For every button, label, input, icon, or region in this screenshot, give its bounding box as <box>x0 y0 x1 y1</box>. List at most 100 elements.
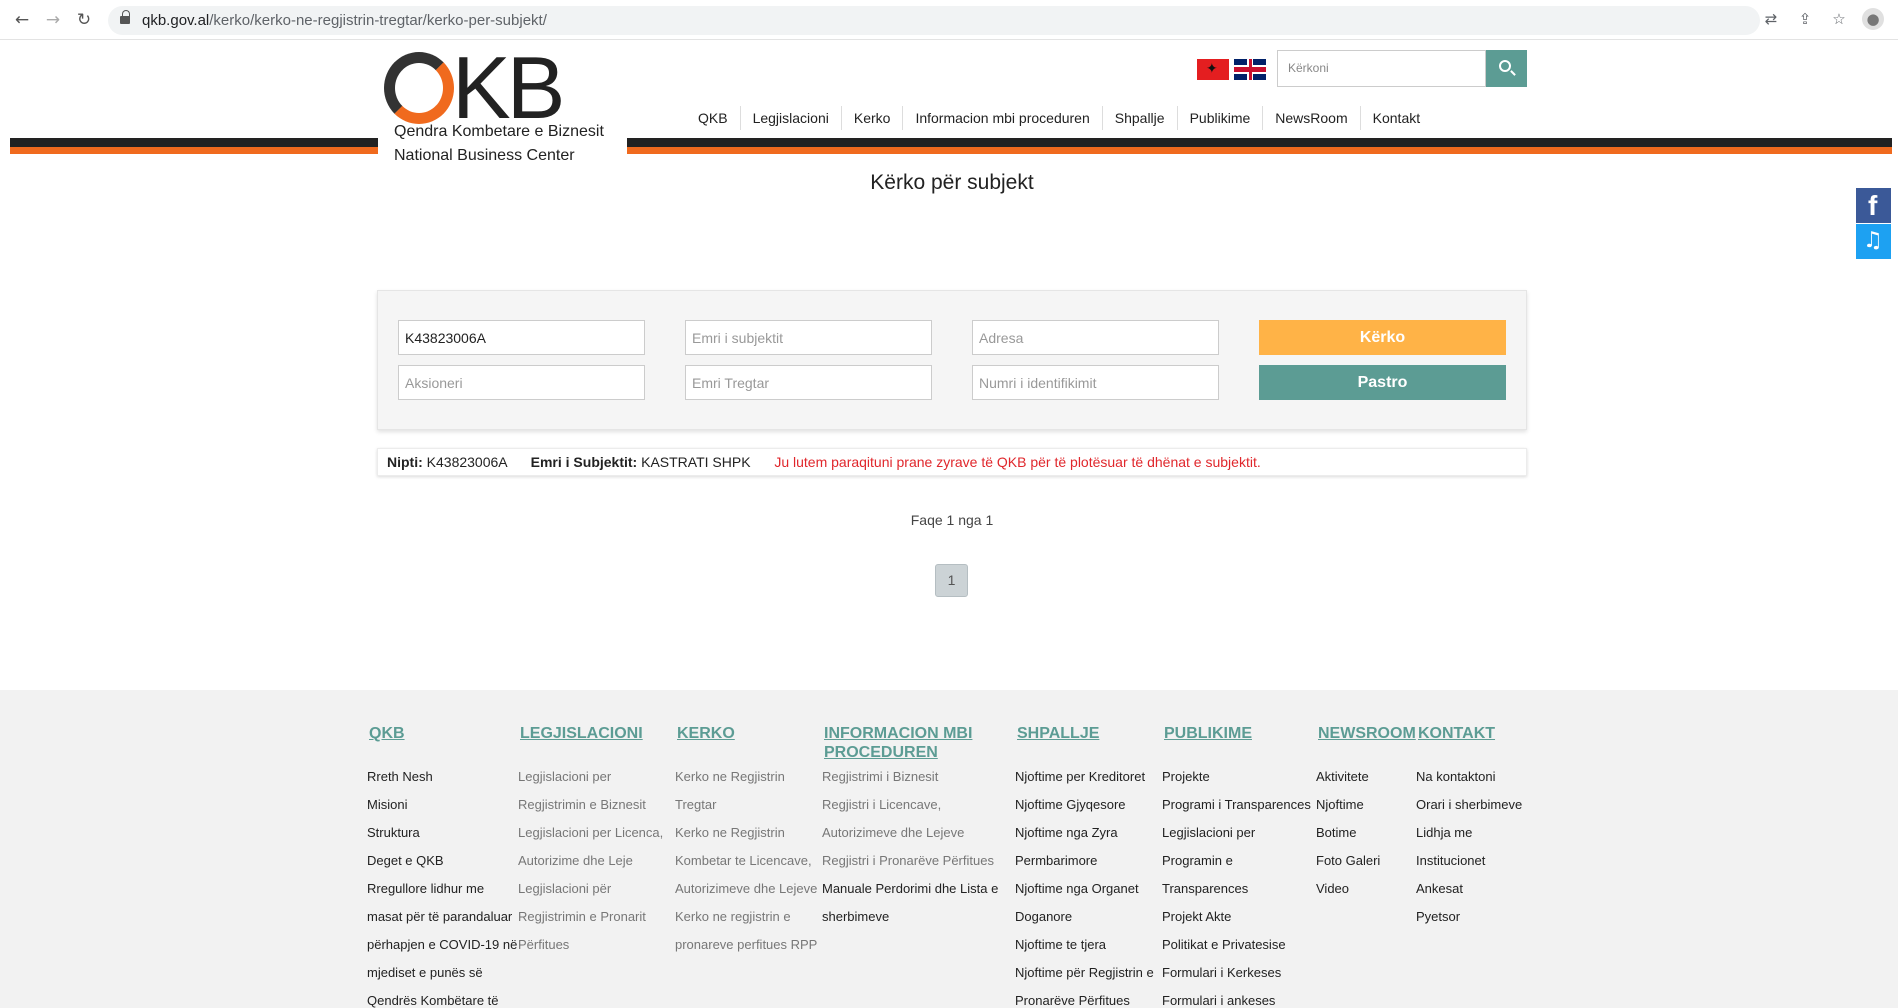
footer-link[interactable]: Kombetar te Licencave, <box>675 847 817 875</box>
footer-link[interactable]: Legjislacioni per Licenca, <box>518 819 663 847</box>
bookmark-star-icon[interactable]: ☆ <box>1828 8 1850 30</box>
footer-link[interactable]: Botime <box>1316 819 1416 847</box>
footer-link[interactable]: Manuale Perdorimi dhe Lista e <box>822 875 1012 903</box>
footer-link[interactable]: Njoftime nga Zyra <box>1015 819 1154 847</box>
footer-link[interactable]: Rreth Nesh <box>367 763 517 791</box>
twitter-share-button[interactable]: ♫ <box>1856 224 1891 259</box>
footer-link[interactable]: Regjistri i Licencave, <box>822 791 1012 819</box>
footer-link[interactable]: Kerko ne Regjistrin <box>675 763 817 791</box>
footer-link[interactable]: Rregullore lidhur me <box>367 875 517 903</box>
footer-link[interactable]: Njoftime per Kreditoret <box>1015 763 1154 791</box>
nipt-input[interactable] <box>398 320 645 355</box>
footer-link[interactable]: Autorizimeve dhe Lejeve <box>822 819 1012 847</box>
footer-link[interactable]: Tregtar <box>675 791 817 819</box>
back-arrow-icon[interactable]: ← <box>12 10 32 30</box>
footer-link[interactable]: masat për të parandaluar <box>367 903 517 931</box>
footer-title-informacion[interactable]: INFORMACION MBI PROCEDUREN <box>824 724 1012 762</box>
profile-avatar-icon[interactable]: ● <box>1862 8 1884 30</box>
footer-link[interactable]: Projekt Akte <box>1162 903 1311 931</box>
nav-kontakt[interactable]: Kontakt <box>1359 106 1432 130</box>
footer-title-qkb[interactable]: QKB <box>369 724 517 743</box>
nav-kerko[interactable]: Kerko <box>840 106 903 130</box>
footer-link[interactable]: Formulari i Kerkeses <box>1162 959 1311 987</box>
footer-link[interactable]: mjediset e punës së <box>367 959 517 987</box>
footer-link[interactable]: Orari i sherbimeve <box>1416 791 1522 819</box>
footer-title-shpallje[interactable]: SHPALLJE <box>1017 724 1154 743</box>
footer-link[interactable]: Njoftime nga Organet <box>1015 875 1154 903</box>
search-result-row[interactable]: Nipti: K43823006A Emri i Subjektit: KAST… <box>377 448 1527 476</box>
footer-title-legjislacioni[interactable]: LEGJISLACIONI <box>520 724 663 743</box>
footer-link[interactable]: pronareve perfitues RPP <box>675 931 817 959</box>
footer-title-newsroom[interactable]: NEWSROOM <box>1318 724 1416 743</box>
footer-link[interactable]: përhapjen e COVID-19 në <box>367 931 517 959</box>
header-stripe-left <box>10 138 378 154</box>
nav-publikime[interactable]: Publikime <box>1176 106 1263 130</box>
footer-link[interactable]: Autorizime dhe Leje <box>518 847 663 875</box>
nav-newsroom[interactable]: NewsRoom <box>1262 106 1359 130</box>
footer-link[interactable]: Permbarimore <box>1015 847 1154 875</box>
footer-link[interactable]: Kerko ne Regjistrin <box>675 819 817 847</box>
site-search-input[interactable]: Kërkoni <box>1277 50 1486 87</box>
footer-link[interactable]: Regjistrimi i Biznesit <box>822 763 1012 791</box>
shareholder-input[interactable] <box>398 365 645 400</box>
footer-link[interactable]: Institucionet <box>1416 847 1522 875</box>
footer-link[interactable]: Projekte <box>1162 763 1311 791</box>
footer-link[interactable]: Pyetsor <box>1416 903 1522 931</box>
footer-link[interactable]: Qendrës Kombëtare të <box>367 987 517 1008</box>
footer-link[interactable]: Struktura <box>367 819 517 847</box>
reload-icon[interactable]: ↻ <box>74 10 94 30</box>
footer-link[interactable]: Njoftime te tjera <box>1015 931 1154 959</box>
footer-link[interactable]: Regjistrimin e Biznesit <box>518 791 663 819</box>
footer-link[interactable]: Ankesat <box>1416 875 1522 903</box>
footer-link[interactable]: Njoftime Gjyqesore <box>1015 791 1154 819</box>
footer-link[interactable]: Video <box>1316 875 1416 903</box>
footer-link[interactable]: Transparences <box>1162 875 1311 903</box>
footer-link[interactable]: Programin e <box>1162 847 1311 875</box>
footer-title-kontakt[interactable]: KONTAKT <box>1418 724 1522 743</box>
site-search-button[interactable] <box>1486 50 1527 87</box>
footer-link[interactable]: Legjislacioni per <box>518 763 663 791</box>
address-input[interactable] <box>972 320 1219 355</box>
search-button[interactable]: Kërko <box>1259 320 1506 355</box>
id-number-input[interactable] <box>972 365 1219 400</box>
footer-link[interactable]: Regjistri i Pronarëve Përfitues <box>822 847 1012 875</box>
footer-link[interactable]: Përfitues <box>518 931 663 959</box>
nav-qkb[interactable]: QKB <box>686 106 740 130</box>
footer-link[interactable]: Regjistrimin e Pronarit <box>518 903 663 931</box>
footer-link[interactable]: Pronarëve Përfitues <box>1015 987 1154 1008</box>
footer-link[interactable]: Foto Galeri <box>1316 847 1416 875</box>
footer-link[interactable]: Lidhja me <box>1416 819 1522 847</box>
nav-legjislacioni[interactable]: Legjislacioni <box>739 106 841 130</box>
footer-link[interactable]: Legjislacioni për <box>518 875 663 903</box>
footer-title-kerko[interactable]: KERKO <box>677 724 817 743</box>
footer-link[interactable]: Politikat e Privatesise <box>1162 931 1311 959</box>
footer-link[interactable]: sherbimeve <box>822 903 1012 931</box>
clear-button[interactable]: Pastro <box>1259 365 1506 400</box>
address-bar[interactable]: qkb.gov.al/kerko/kerko-ne-regjistrin-tre… <box>108 6 1760 35</box>
footer-link[interactable]: Na kontaktoni <box>1416 763 1522 791</box>
trade-name-input[interactable] <box>685 365 932 400</box>
footer-link[interactable]: Njoftime <box>1316 791 1416 819</box>
qkb-logo[interactable]: KB Qendra Kombetare e Biznesit National … <box>378 44 627 174</box>
footer-link[interactable]: Aktivitete <box>1316 763 1416 791</box>
facebook-share-button[interactable]: f <box>1856 188 1891 223</box>
nav-shpallje[interactable]: Shpallje <box>1101 106 1177 130</box>
subject-name-input[interactable] <box>685 320 932 355</box>
footer-link[interactable]: Programi i Transparences <box>1162 791 1311 819</box>
footer-link[interactable]: Misioni <box>367 791 517 819</box>
footer-link[interactable]: Autorizimeve dhe Lejeve <box>675 875 817 903</box>
footer-link[interactable]: Deget e QKB <box>367 847 517 875</box>
page-number-button[interactable]: 1 <box>935 564 968 597</box>
footer-link[interactable]: Kerko ne regjistrin e <box>675 903 817 931</box>
translate-icon[interactable]: ⇄ <box>1760 8 1782 30</box>
share-icon[interactable]: ⇪ <box>1794 8 1816 30</box>
forward-arrow-icon[interactable]: → <box>43 10 63 30</box>
albanian-flag-icon[interactable] <box>1197 59 1229 80</box>
nav-informacion[interactable]: Informacion mbi proceduren <box>902 106 1101 130</box>
footer-title-publikime[interactable]: PUBLIKIME <box>1164 724 1311 743</box>
footer-link[interactable]: Doganore <box>1015 903 1154 931</box>
footer-link[interactable]: Legjislacioni per <box>1162 819 1311 847</box>
english-flag-icon[interactable] <box>1234 59 1266 80</box>
footer-link[interactable]: Njoftime për Regjistrin e <box>1015 959 1154 987</box>
footer-link[interactable]: Formulari i ankeses <box>1162 987 1311 1008</box>
